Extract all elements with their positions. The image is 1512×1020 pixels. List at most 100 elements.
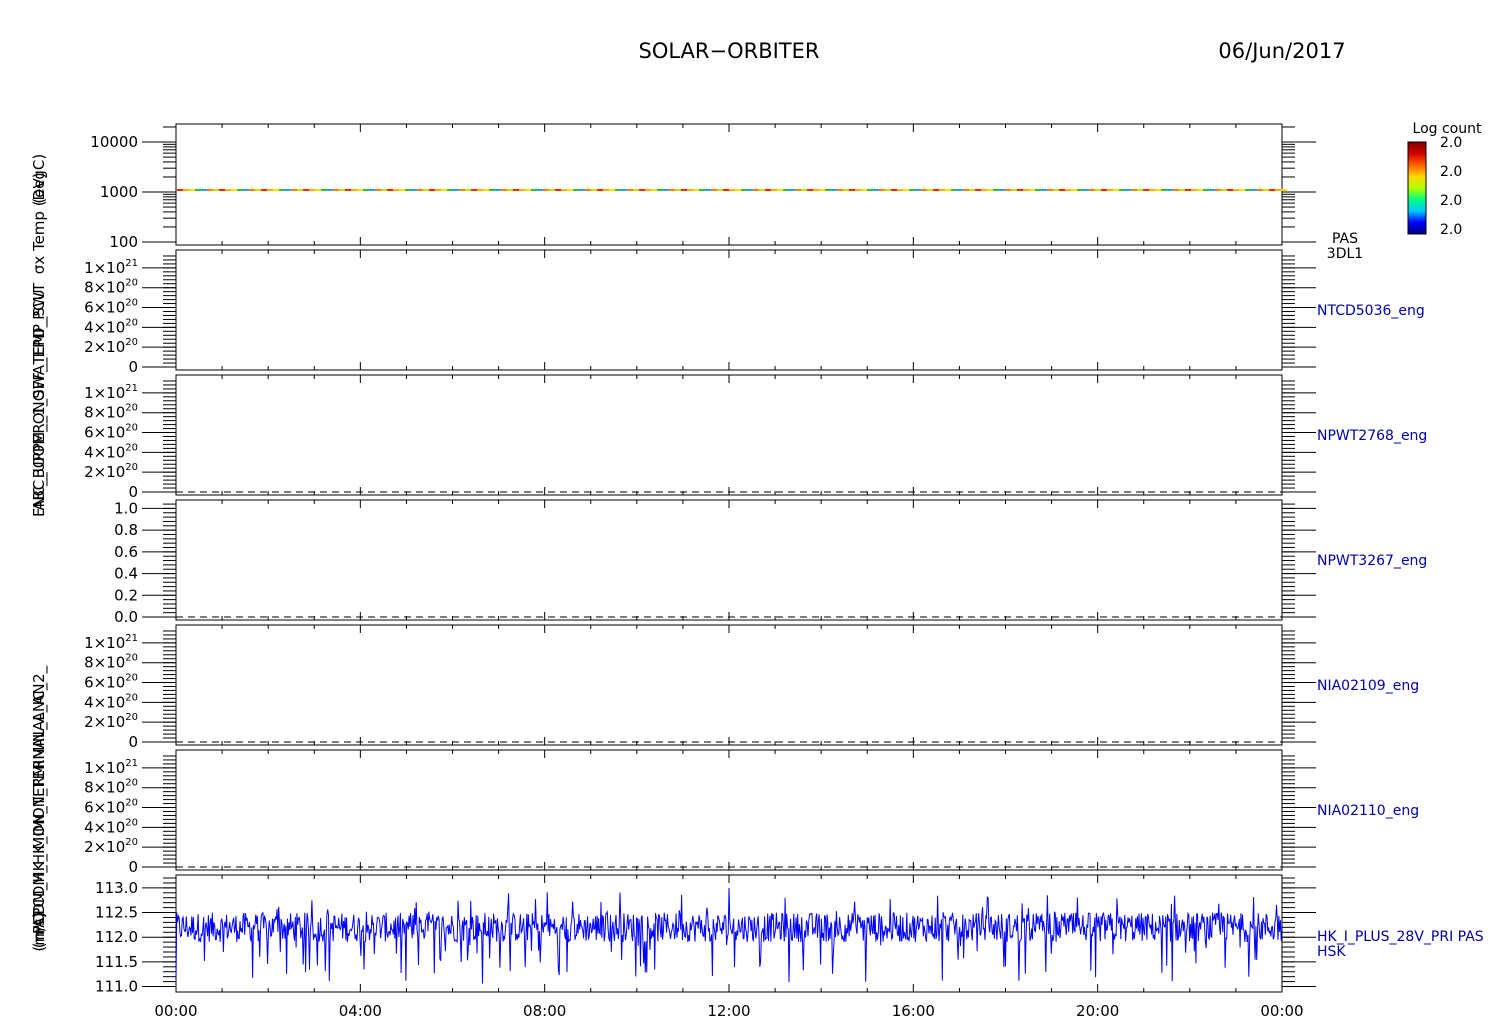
spectrogram-cell (1227, 188, 1233, 191)
panel-label: NTCD5036_eng (1317, 303, 1425, 319)
x-tick-label: 20:00 (1076, 1002, 1119, 1020)
spectrogram-cell (951, 188, 957, 191)
y-tick-label: 4×1020 (84, 692, 138, 711)
y-tick-label: 10000 (90, 133, 138, 151)
spectrogram-cell (1041, 188, 1047, 191)
spectrogram-cell (1203, 188, 1209, 191)
panel-nia02109: 1×10218×10206×10204×10202×1020 0 NIA02109_… (84, 624, 1419, 751)
spectrogram-cell (183, 188, 189, 191)
colorbar-tick-label: 2.0 (1440, 222, 1462, 238)
spectrogram-cell (519, 188, 525, 191)
spectrogram-cell (1251, 188, 1257, 191)
spectrogram-cell (759, 188, 765, 191)
panel-label: NIA02110_eng (1317, 803, 1419, 819)
panel-label: HSK (1317, 944, 1346, 960)
spectrogram-cell (591, 188, 597, 191)
spectrogram-cell (1107, 188, 1113, 191)
y-tick-label: 1.0 (114, 499, 138, 517)
x-tick-label: 08:00 (523, 1002, 566, 1020)
spectrogram-cell (213, 188, 219, 191)
spectrogram-cell (429, 188, 435, 191)
spectrogram-cell (537, 188, 543, 191)
spectrogram-cell (327, 188, 333, 191)
spectrogram-cell (249, 188, 255, 191)
colorbar-tick-label: 2.0 (1440, 135, 1462, 151)
spectrogram-cell (639, 188, 645, 191)
y-tick-label: 0.2 (114, 586, 138, 604)
spectrogram-cell (789, 188, 795, 191)
spectrogram-cell (693, 188, 699, 191)
spectrogram-cell (447, 188, 453, 191)
y-tick-label: 0 (128, 483, 138, 501)
time-axis: 00:00 04:00 08:00 12:00 16:00 20:00 00:00 (154, 1002, 1303, 1020)
spectrogram-cell (1011, 188, 1017, 191)
panel-label: NIA02109_eng (1317, 678, 1419, 694)
spectrogram-cell (1005, 188, 1011, 191)
spectrogram-cell (1065, 188, 1071, 191)
spectrogram-cell (711, 188, 717, 191)
y-axis-label-stack: (eV)σx Temp (DegC)ABC_UPPER_1_SWA_EPD_PC… (30, 154, 49, 952)
spectrogram-cell (285, 188, 291, 191)
spectrogram-cell (945, 188, 951, 191)
spectrogram-cell (663, 188, 669, 191)
spectrogram-cell (483, 188, 489, 191)
chart-date: 06/Jun/2017 (1218, 39, 1345, 63)
spectrogram-cell (375, 188, 381, 191)
panel-label: NPWT2768_eng (1317, 428, 1427, 444)
spectrogram-cell (825, 188, 831, 191)
spectrogram-cell (543, 188, 549, 191)
y-tick-label: 6×1020 (84, 798, 138, 817)
spectrogram-cell (363, 188, 369, 191)
spectrogram-cell (861, 188, 867, 191)
spectrogram-cell (1173, 188, 1179, 191)
y-tick-label: 1×1021 (84, 633, 138, 652)
spectrogram-cell (837, 188, 843, 191)
spectrogram-cell (597, 188, 603, 191)
y-tick-label: 6×1020 (84, 423, 138, 442)
colorbar-ramp (1407, 141, 1427, 235)
y-tick-label: 0 (128, 733, 138, 751)
panel-nia02110: 1×10218×10206×10204×10202×1020 0 NIA02110_… (84, 749, 1419, 876)
y-tick-label: 6×1020 (84, 298, 138, 317)
spectrogram-cell (1143, 188, 1149, 191)
spectrogram-cell (681, 188, 687, 191)
spectrogram-cell (1125, 188, 1131, 191)
spectrogram-cell (441, 188, 447, 191)
spectrogram-cell (969, 188, 975, 191)
spectrogram-cell (1167, 188, 1173, 191)
spectrogram-cell (675, 188, 681, 191)
panel-label: HK_I_PLUS_28V_PRI PAS (1317, 929, 1484, 945)
spectrogram-cell (729, 188, 735, 191)
spectrogram-cell (939, 188, 945, 191)
spectrogram-cell (1161, 188, 1167, 191)
spectrogram-cell (651, 188, 657, 191)
spectrogram-cell (771, 188, 777, 191)
solar-orbiter-stack-plot: SOLAR−ORBITER 06/Jun/2017 (eV)σx Temp (D… (30, 39, 1484, 1020)
spectrogram-cell (603, 188, 609, 191)
spectrogram-cell (699, 188, 705, 191)
spectrogram-cell (177, 188, 183, 191)
spectrogram-cell (1053, 188, 1059, 191)
spectrogram-cell (579, 188, 585, 191)
spectrogram-cell (315, 188, 321, 191)
y-tick-label: 0.6 (114, 543, 138, 561)
spectrogram-cell (303, 188, 309, 191)
spectrogram-cell (795, 188, 801, 191)
spectrogram-cell (297, 188, 303, 191)
y-tick-label: 0.0 (114, 608, 138, 626)
spectrogram-cell (783, 188, 789, 191)
spectrogram-cell (747, 188, 753, 191)
spectrogram-cell (879, 188, 885, 191)
spectrogram-cell (753, 188, 759, 191)
panel-pas: 10000 1000 100 PAS3DL1 (90, 123, 1363, 262)
spectrogram-cell (279, 188, 285, 191)
spectrogram-cell (819, 188, 825, 191)
spectrogram-cell (465, 188, 471, 191)
colorbar: Log count2.02.02.02.0 (1407, 121, 1482, 238)
y-tick-label: 111.5 (95, 953, 138, 971)
y-tick-label: 8×1020 (84, 403, 138, 422)
spectrogram-cell (813, 188, 819, 191)
spectrogram-cell (987, 188, 993, 191)
spectrogram-cell (399, 188, 405, 191)
spectrogram-cell (735, 188, 741, 191)
